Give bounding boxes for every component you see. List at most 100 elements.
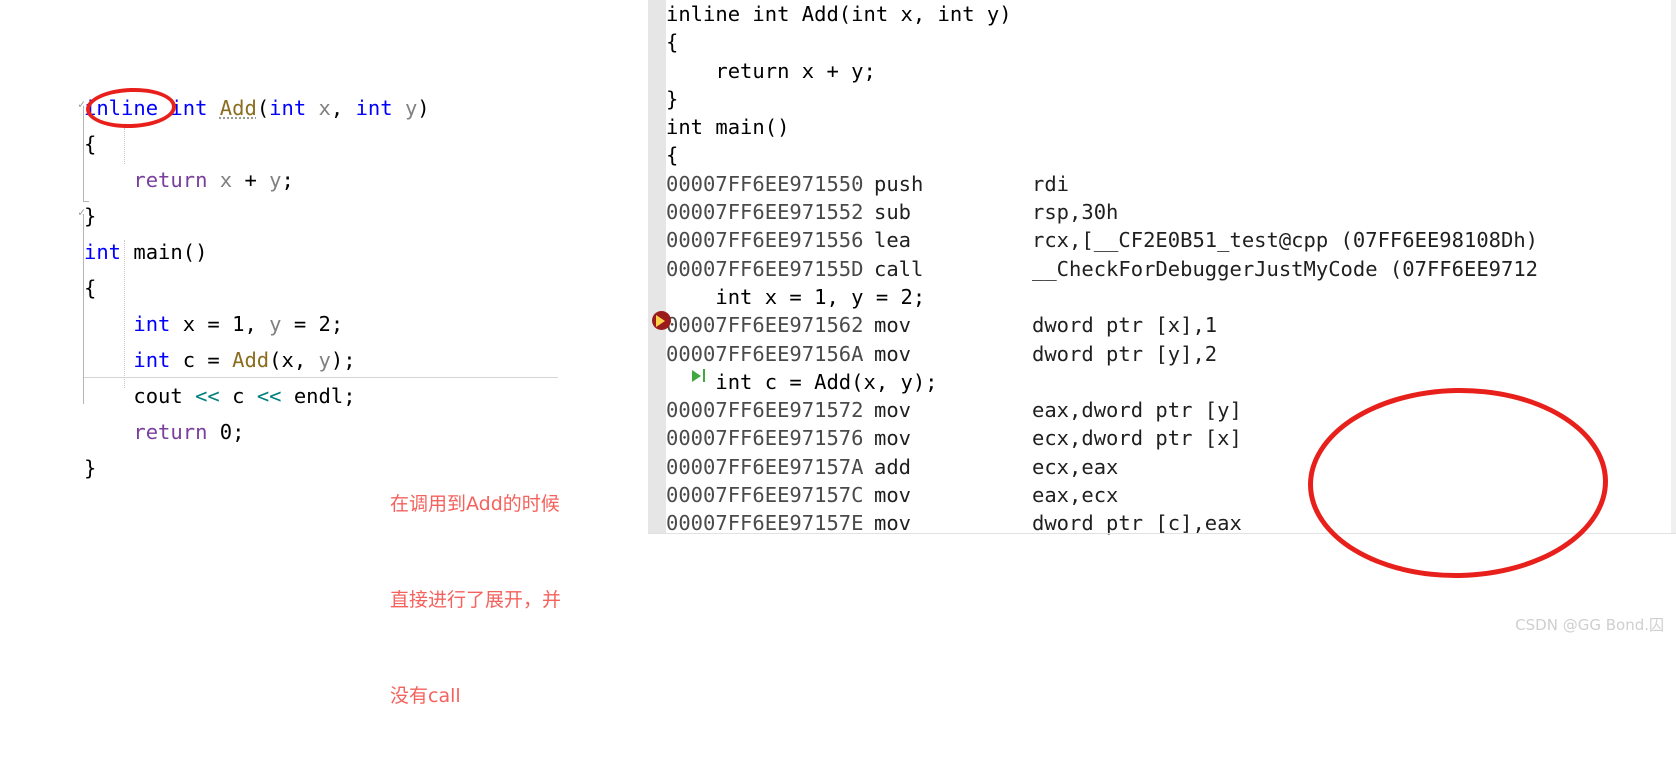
disassembly-listing[interactable]: inline int Add(int x, int y) { return x +… (648, 0, 1676, 538)
instruction-operands: ecx,dword ptr [x] (1032, 426, 1242, 451)
instruction-operands: eax,dword ptr [y] (1032, 398, 1242, 423)
annotation-line-2: 直接进行了展开，并 (390, 589, 562, 611)
source-line[interactable]: int main() (84, 234, 430, 270)
code-token: = (195, 348, 233, 372)
code-token: = (281, 312, 319, 336)
code-token: 2 (318, 312, 331, 336)
code-token: Add (219, 96, 257, 120)
code-token: y (269, 168, 282, 192)
disassembly-source-line[interactable]: int x = 1, y = 2; (648, 283, 1676, 311)
source-line[interactable]: cout << c << endl; (84, 378, 430, 414)
editor-divider (84, 377, 558, 378)
instruction-address: 00007FF6EE971572 (666, 398, 864, 423)
code-token: () (182, 240, 208, 264)
source-line[interactable]: int c = Add(x, y); (84, 342, 430, 378)
disassembly-source-text: return x + y; (666, 58, 876, 83)
current-statement-arrow-icon[interactable] (652, 311, 671, 330)
disassembly-scrollbar[interactable] (1671, 0, 1676, 533)
source-line[interactable]: } (84, 198, 430, 234)
instruction-operands: rdi (1032, 171, 1070, 196)
code-token: int (133, 348, 171, 372)
code-token: << (195, 384, 220, 408)
code-token: int (355, 96, 393, 120)
instruction-mnemonic: call (874, 256, 924, 281)
code-token: return (133, 420, 208, 444)
code-token: 1 (232, 312, 245, 336)
instruction-operands: dword ptr [c],eax (1032, 511, 1242, 536)
instruction-address: 00007FF6EE97157A (666, 454, 864, 479)
code-token: int (170, 96, 208, 120)
disassembly-source-text: int main() (666, 115, 790, 140)
code-token: ; (330, 312, 344, 336)
run-to-cursor-bar-icon (703, 369, 705, 382)
instruction-operands: dword ptr [y],2 (1032, 341, 1218, 366)
disassembly-instruction-row[interactable]: 00007FF6EE971562 mov dword ptr [x],1 (648, 311, 1676, 339)
run-to-cursor-arrow-icon[interactable] (692, 370, 701, 382)
instruction-operands: ecx,eax (1032, 454, 1119, 479)
disassembly-instruction-row[interactable]: 00007FF6EE97155D call __CheckForDebuggerJu… (648, 255, 1676, 283)
code-token: + (232, 168, 270, 192)
disassembly-instruction-row[interactable]: 00007FF6EE97157A add ecx,eax (648, 453, 1676, 481)
code-token: x (318, 96, 331, 120)
code-token: ; (281, 168, 294, 192)
code-token: = (195, 312, 233, 336)
code-token: inline (84, 96, 159, 120)
source-line[interactable]: return 0; (84, 414, 430, 450)
code-token: } (84, 456, 97, 480)
source-line[interactable]: { (84, 126, 430, 162)
instruction-operands: eax,ecx (1032, 483, 1119, 508)
disassembly-source-line[interactable]: { (648, 28, 1676, 56)
code-token: y (318, 348, 331, 372)
disassembly-source-text: int c = Add(x, y); (666, 369, 938, 394)
disassembly-source-line[interactable]: int main() (648, 113, 1676, 141)
code-token: x (281, 348, 294, 372)
code-token: { (84, 276, 97, 300)
instruction-mnemonic: mov (874, 341, 912, 366)
disassembly-source-line[interactable]: { (648, 141, 1676, 169)
annotation-line-1: 在调用到Add的时候 (390, 493, 560, 515)
disassembly-pane[interactable]: inline int Add(int x, int y) { return x +… (648, 0, 1676, 663)
source-code-text[interactable]: inline int Add(int x, int y) { return x +… (84, 90, 430, 486)
instruction-operands: dword ptr [x],1 (1032, 313, 1218, 338)
code-token: { (84, 132, 97, 156)
annotation-line-3: 没有call (390, 685, 461, 707)
disassembly-instruction-row[interactable]: 00007FF6EE971552 sub rsp,30h (648, 198, 1676, 226)
source-line[interactable]: return x + y; (84, 162, 430, 198)
disassembly-instruction-row[interactable]: 00007FF6EE971550 push rdi (648, 170, 1676, 198)
code-token: y (404, 96, 418, 120)
instruction-address: 00007FF6EE971556 (666, 228, 864, 253)
instruction-mnemonic: mov (874, 426, 912, 451)
disassembly-instruction-row[interactable]: 00007FF6EE971572 mov eax,dword ptr [y] (648, 396, 1676, 424)
disassembly-source-line[interactable]: int c = Add(x, y); (648, 368, 1676, 396)
source-editor-pane[interactable]: ✓ ✓ inline int Add(int x, int y){ return… (0, 0, 620, 707)
disassembly-source-line[interactable]: inline int Add(int x, int y) (648, 0, 1676, 28)
disassembly-instruction-row[interactable]: 00007FF6EE97156A mov dword ptr [y],2 (648, 340, 1676, 368)
instruction-mnemonic: add (874, 454, 912, 479)
instruction-operands: __CheckForDebuggerJustMyCode (07FF6EE971… (1032, 256, 1539, 281)
code-token: ( (269, 348, 282, 372)
source-line[interactable]: } (84, 450, 430, 486)
disassembly-source-line[interactable]: } (648, 85, 1676, 113)
instruction-address: 00007FF6EE97155D (666, 256, 864, 281)
code-token: Add (232, 348, 270, 372)
disassembly-instruction-row[interactable]: 00007FF6EE971576 mov ecx,dword ptr [x] (648, 424, 1676, 452)
instruction-address: 00007FF6EE971562 (666, 313, 864, 338)
disassembly-instruction-row[interactable]: 00007FF6EE97157C mov eax,ecx (648, 481, 1676, 509)
code-token: ; (232, 420, 245, 444)
source-line[interactable]: { (84, 270, 430, 306)
instruction-operands: rsp,30h (1032, 200, 1119, 225)
instruction-address: 00007FF6EE971576 (666, 426, 864, 451)
disassembly-source-line[interactable]: return x + y; (648, 57, 1676, 85)
source-line[interactable]: inline int Add(int x, int y) (84, 90, 430, 126)
source-line[interactable]: int x = 1, y = 2; (84, 306, 430, 342)
disassembly-instruction-row[interactable]: 00007FF6EE971556 lea rcx,[__CF2E0B51_test@… (648, 226, 1676, 254)
